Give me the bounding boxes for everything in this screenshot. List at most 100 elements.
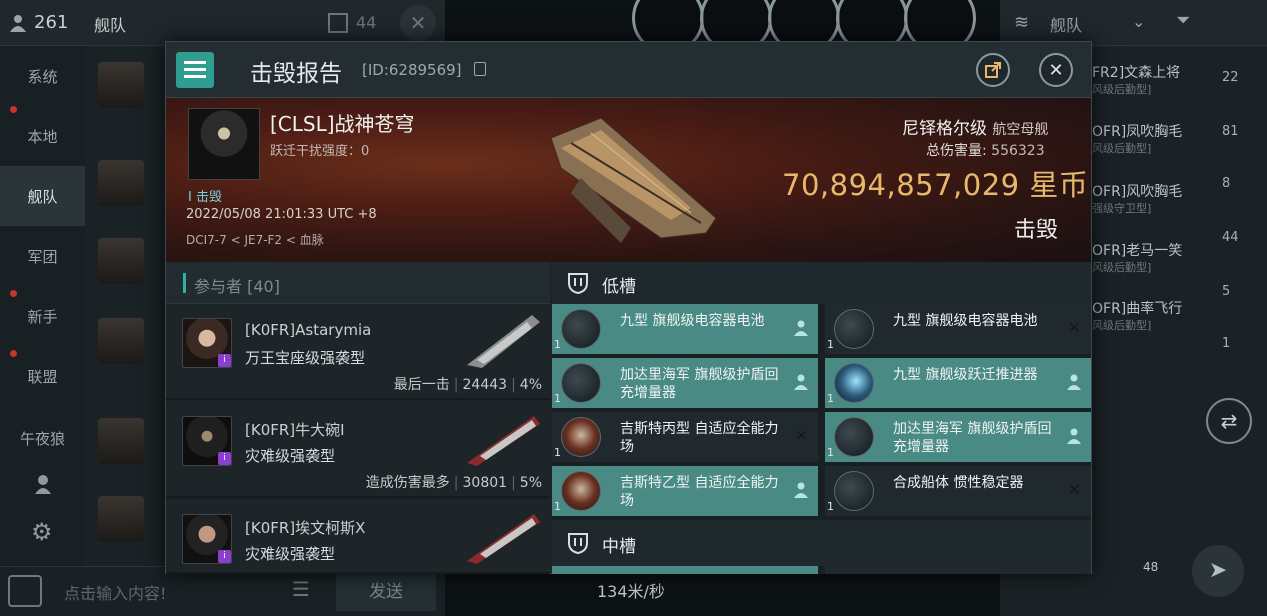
- kill-role: I 击毁: [188, 190, 222, 205]
- menu-line: [184, 68, 206, 71]
- module-item[interactable]: 1 九型 旗舰级跃迁推进器: [825, 358, 1091, 408]
- menu-line: [184, 61, 206, 64]
- navigate-icon[interactable]: ➤: [1192, 545, 1244, 597]
- module-item-partial[interactable]: [552, 566, 818, 574]
- share-icon: [985, 62, 1001, 78]
- participant-stats: 造成伤害最多 | 30801 | 5%: [365, 475, 542, 491]
- close-chat-icon[interactable]: ✕: [400, 5, 436, 41]
- member-count: 261: [34, 12, 69, 33]
- copy-icon[interactable]: [474, 62, 486, 76]
- mid-slot-icon: [568, 533, 588, 555]
- capacitor-battery-icon: [834, 309, 874, 349]
- inertial-stabilizer-icon: [834, 471, 874, 511]
- participant-name: [K0FR]Astarymia: [245, 321, 372, 339]
- fleet-count: 44: [1222, 230, 1239, 245]
- module-name: 九型 旗舰级电容器电池: [620, 313, 765, 329]
- module-item[interactable]: 1 吉斯特乙型 自适应全能力场: [552, 466, 818, 516]
- unread-dot: [10, 106, 17, 113]
- destroyed-x-icon: ✕: [794, 426, 808, 445]
- participants-header: 参与者 [40]: [166, 262, 550, 304]
- send-button[interactable]: 发送: [336, 573, 436, 611]
- close-button[interactable]: ✕: [1039, 53, 1073, 87]
- participant-row[interactable]: i [K0FR]牛大碗I 灾难级强袭型 造成伤害最多 | 30801 | 5%: [166, 402, 550, 498]
- module-item[interactable]: 1 九型 旗舰级电容器电池: [552, 304, 818, 354]
- keyboard-icon[interactable]: [8, 575, 42, 607]
- fleet-member-name[interactable]: OFR]曲率飞行: [1092, 298, 1182, 318]
- participant-name: [K0FR]埃文柯斯X: [245, 519, 366, 537]
- shield-recharger-icon: [834, 417, 874, 457]
- mid-slot-header: 中槽: [552, 520, 1091, 566]
- module-name: 九型 旗舰级电容器电池: [893, 313, 1038, 329]
- fleet-member-role: 风级后勤型]: [1092, 142, 1152, 155]
- module-item[interactable]: 1 加达里海军 旗舰级护盾回充增量器: [552, 358, 818, 408]
- module-qty: 1: [827, 392, 834, 405]
- unread-count: 44: [356, 13, 377, 32]
- fleet-member-role: 强级守卫型]: [1092, 202, 1152, 215]
- module-name: 加达里海军 旗舰级护盾回充增量器: [893, 421, 1052, 455]
- menu-button[interactable]: [176, 52, 214, 88]
- voice-icon[interactable]: [33, 474, 53, 496]
- isk-loss: 70,894,857,029 星币: [782, 162, 1088, 204]
- chat-input[interactable]: 点击输入内容!: [64, 580, 166, 604]
- chevron-down-icon[interactable]: ⌄: [1132, 12, 1145, 31]
- module-item[interactable]: 1 合成船体 惯性稳定器 ✕: [825, 466, 1091, 516]
- module-qty: 1: [554, 500, 561, 513]
- participant-percent: 5%: [519, 475, 542, 491]
- fleet-member-name[interactable]: OFR]风吹胸毛: [1092, 181, 1182, 201]
- tab-midnight-wolf[interactable]: 午夜狼: [0, 408, 85, 468]
- participant-stats: 最后一击 | 24443 | 4%: [393, 377, 542, 393]
- destroyed-x-icon: ✕: [1067, 480, 1081, 499]
- chat-header: 261 舰队 44 ✕: [0, 0, 445, 46]
- participant-row[interactable]: i [K0FR]Astarymia 万王宝座级强袭型 最后一击 | 24443 | 4%: [166, 304, 550, 400]
- victim-name[interactable]: [CLSL]战神苍穹: [270, 108, 415, 137]
- fleet-member-name[interactable]: OFR]凤吹胸毛: [1092, 121, 1182, 141]
- participant-tag: 最后一击: [393, 377, 450, 393]
- chat-menu-icon[interactable]: ☰: [292, 577, 310, 601]
- menu-line: [184, 75, 206, 78]
- dropped-person-icon: [794, 374, 808, 390]
- participant-ship: 灾难级强袭型: [245, 545, 336, 563]
- kill-report-dialog: 击毁报告 [ID:6289569] ✕ [CLSL]战神苍穹 跃迁干扰强度：0 …: [165, 41, 1092, 574]
- fleet-member-role: 风级后勤型]: [1092, 319, 1152, 332]
- module-item[interactable]: 1 加达里海军 旗舰级护盾回充增量器: [825, 412, 1091, 462]
- tab-fleet[interactable]: 舰队: [0, 166, 85, 226]
- fleet-count: 5: [1222, 284, 1231, 299]
- capacitor-battery-icon: [561, 309, 601, 349]
- adaptive-field-icon: [561, 471, 601, 511]
- filter-icon[interactable]: ⏷: [1176, 10, 1190, 31]
- fleet-count: 8: [1222, 176, 1231, 191]
- avatar: [98, 318, 144, 364]
- module-name: 吉斯特丙型 自适应全能力场: [620, 421, 779, 455]
- participant-ship: 灾难级强袭型: [245, 447, 336, 465]
- module-item[interactable]: 1 九型 旗舰级电容器电池 ✕: [825, 304, 1091, 354]
- unread-dot: [10, 290, 17, 297]
- unread-dot: [10, 350, 17, 357]
- fleet-member-name[interactable]: FR2]文森上将: [1092, 62, 1180, 82]
- participants-panel: 参与者 [40] i [K0FR]Astarymia 万王宝座级强袭型 最后一击…: [166, 262, 550, 574]
- fleet-title: 舰队: [1050, 16, 1083, 35]
- corp-badge-icon: i: [218, 550, 231, 563]
- kill-status: 击毁: [1014, 218, 1059, 243]
- switch-target-icon[interactable]: ⇄: [1206, 398, 1252, 444]
- tab-corp[interactable]: 军团: [0, 226, 85, 286]
- chat-channel-tabs: 系统 本地 舰队 军团 新手 联盟 午夜狼 ⚙: [0, 46, 85, 566]
- settings-gear-icon[interactable]: ⚙: [31, 518, 53, 546]
- fleet-member-name[interactable]: OFR]老马一笑: [1092, 240, 1182, 260]
- message-icon[interactable]: [328, 13, 348, 33]
- dropped-person-icon: [794, 482, 808, 498]
- avatar: [98, 418, 144, 464]
- isk-value: 70,894,857,029: [782, 168, 1020, 202]
- module-qty: 1: [827, 500, 834, 513]
- victim-banner: [CLSL]战神苍穹 跃迁干扰强度：0 I 击毁 2022/05/08 21:0…: [166, 98, 1091, 262]
- module-item[interactable]: 1 吉斯特丙型 自适应全能力场 ✕: [552, 412, 818, 462]
- tab-system[interactable]: 系统: [0, 46, 85, 106]
- participant-row[interactable]: i [K0FR]埃文柯斯X 灾难级强袭型: [166, 500, 550, 574]
- corp-badge-icon: i: [218, 452, 231, 465]
- tab-local[interactable]: 本地: [0, 106, 85, 166]
- share-button[interactable]: [976, 53, 1010, 87]
- module-item-partial[interactable]: [825, 566, 1091, 574]
- kill-location: DCI7-7 < JE7-F2 < 血脉: [186, 233, 324, 247]
- dialog-header: 击毁报告 [ID:6289569] ✕: [166, 42, 1091, 98]
- participant-damage: 24443: [462, 377, 508, 393]
- close-icon: ✕: [1048, 59, 1064, 81]
